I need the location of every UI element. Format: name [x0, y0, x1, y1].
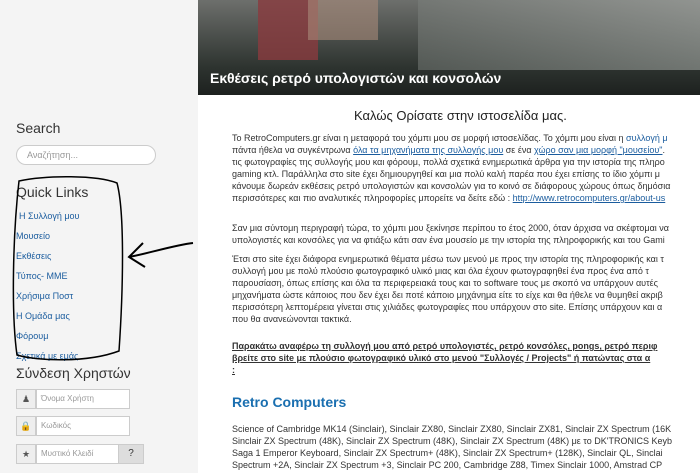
banner-photo-background	[418, 0, 700, 70]
retro-computers-line-1: Science of Cambridge MK14 (Sinclair), Si…	[232, 424, 672, 434]
retro-computers-heading: Retro Computers	[232, 394, 347, 410]
quick-links-menu: Quick Links Η Συλλογή μου Μουσείο Εκθέσε…	[16, 184, 88, 366]
collection-intro-line-1: Παρακάτω αναφέρω τη συλλογή μου από ρετρ…	[232, 341, 658, 351]
user-icon: ♟	[16, 389, 36, 409]
museum-space-link[interactable]: χώρο σαν μια μορφή "μουσείου"	[534, 145, 662, 155]
history-line-1: Σαν μια σύντομη περιγραφή τώρα, το χόμπι…	[232, 223, 669, 233]
quick-link-forum[interactable]: Φόρουμ	[16, 326, 88, 346]
username-field[interactable]: Όνομα Χρήστη	[36, 389, 130, 409]
collection-intro-line-2: βρείτε στο site με πλούσιο φωτογραφικό υ…	[232, 353, 651, 363]
quick-link-my-collection[interactable]: Η Συλλογή μου	[16, 206, 88, 226]
site-line-5: περισσότερη λεπτομέρεια γίνεται στις χιλ…	[232, 302, 663, 312]
site-line-3: παρουσίαση, όπως επίσης και όλα τα περιφ…	[232, 278, 658, 288]
intro-line-1: Το RetroComputers.gr είναι η μεταφορά το…	[232, 133, 668, 143]
star-icon: ★	[16, 444, 36, 464]
sidebar: Search Αναζήτηση... Quick Links Η Συλλογ…	[0, 0, 198, 473]
hand-drawn-arrow	[127, 242, 194, 268]
intro-line-5: κάνουμε δωρεάν εκθέσεις ρετρό υπολογιστώ…	[232, 181, 671, 191]
site-line-2: συλλογή μου με πολύ πλούσιο φωτογραφικό …	[232, 266, 649, 276]
help-button[interactable]: ?	[118, 444, 144, 464]
banner-photo-person	[308, 0, 378, 40]
about-us-link[interactable]: http://www.retrocomputers.gr/about-us	[513, 193, 666, 203]
site-line-1: Έτσι στο site έχει διάφορα ενημερωτικά θ…	[232, 254, 664, 264]
site-line-6: που θα ανανεώνονται τακτικά.	[232, 314, 352, 324]
search-input[interactable]: Αναζήτηση...	[16, 145, 156, 165]
banner-slideshow[interactable]: Εκθέσεις ρετρό υπολογιστών και κονσολών	[198, 0, 700, 95]
quick-links-heading: Quick Links	[16, 184, 89, 200]
all-machines-link[interactable]: όλα τα μηχανήματα της συλλογής μου	[353, 145, 503, 155]
retro-computers-line-3: Saga 1 Emperor Keyboard, Sinclair ZX Spe…	[232, 448, 663, 458]
intro-line-3: τις φωτογραφίες της συλλογής μου και φόρ…	[232, 157, 665, 167]
page-title: Καλώς Ορίσατε στην ιστοσελίδα μας.	[354, 108, 567, 123]
lock-icon: 🔒	[16, 416, 36, 436]
quick-link-about[interactable]: Σχετικά με εμάς	[16, 346, 88, 366]
password-field[interactable]: Κωδικός	[36, 416, 130, 436]
secret-key-field[interactable]: Μυστικό Κλειδί	[36, 444, 130, 464]
collection-link[interactable]: συλλογή μ	[626, 133, 668, 143]
quick-link-useful-posts[interactable]: Χρήσιμα Ποστ	[16, 286, 88, 306]
intro-line-6: περισσότερες και πιο αναλυτικές πληροφορ…	[232, 193, 666, 203]
site-line-4: μηχανήματα ώστε κάποιος που δεν έχει δει…	[232, 290, 663, 300]
quick-link-museum[interactable]: Μουσείο	[16, 226, 88, 246]
history-line-2: υπολογιστές και κονσόλες για να φτιάξω κ…	[232, 235, 665, 245]
collection-intro-line-3: :	[232, 365, 235, 375]
intro-line-4: gaming κτλ. Παράλληλα στο site έχει δημι…	[232, 169, 660, 179]
quick-link-press[interactable]: Τύπος- ΜΜΕ	[16, 266, 88, 286]
quick-link-our-team[interactable]: Η Ομάδα μας	[16, 306, 88, 326]
quick-link-exhibitions[interactable]: Εκθέσεις	[16, 246, 88, 266]
retro-computers-line-2: Sinclair ZX Spectrum (48K), Sinclair ZX …	[232, 436, 672, 446]
retro-computers-line-4: Spectrum +2A, Sinclair ZX Spectrum +3, S…	[232, 460, 663, 470]
search-heading: Search	[16, 120, 61, 136]
intro-line-2: πάντα ήθελα να συγκέντρωνα όλα τα μηχανή…	[232, 145, 665, 155]
main-content: Εκθέσεις ρετρό υπολογιστών και κονσολών …	[198, 0, 700, 473]
banner-caption: Εκθέσεις ρετρό υπολογιστών και κονσολών	[210, 70, 502, 86]
login-heading: Σύνδεση Χρηστών	[16, 365, 131, 381]
